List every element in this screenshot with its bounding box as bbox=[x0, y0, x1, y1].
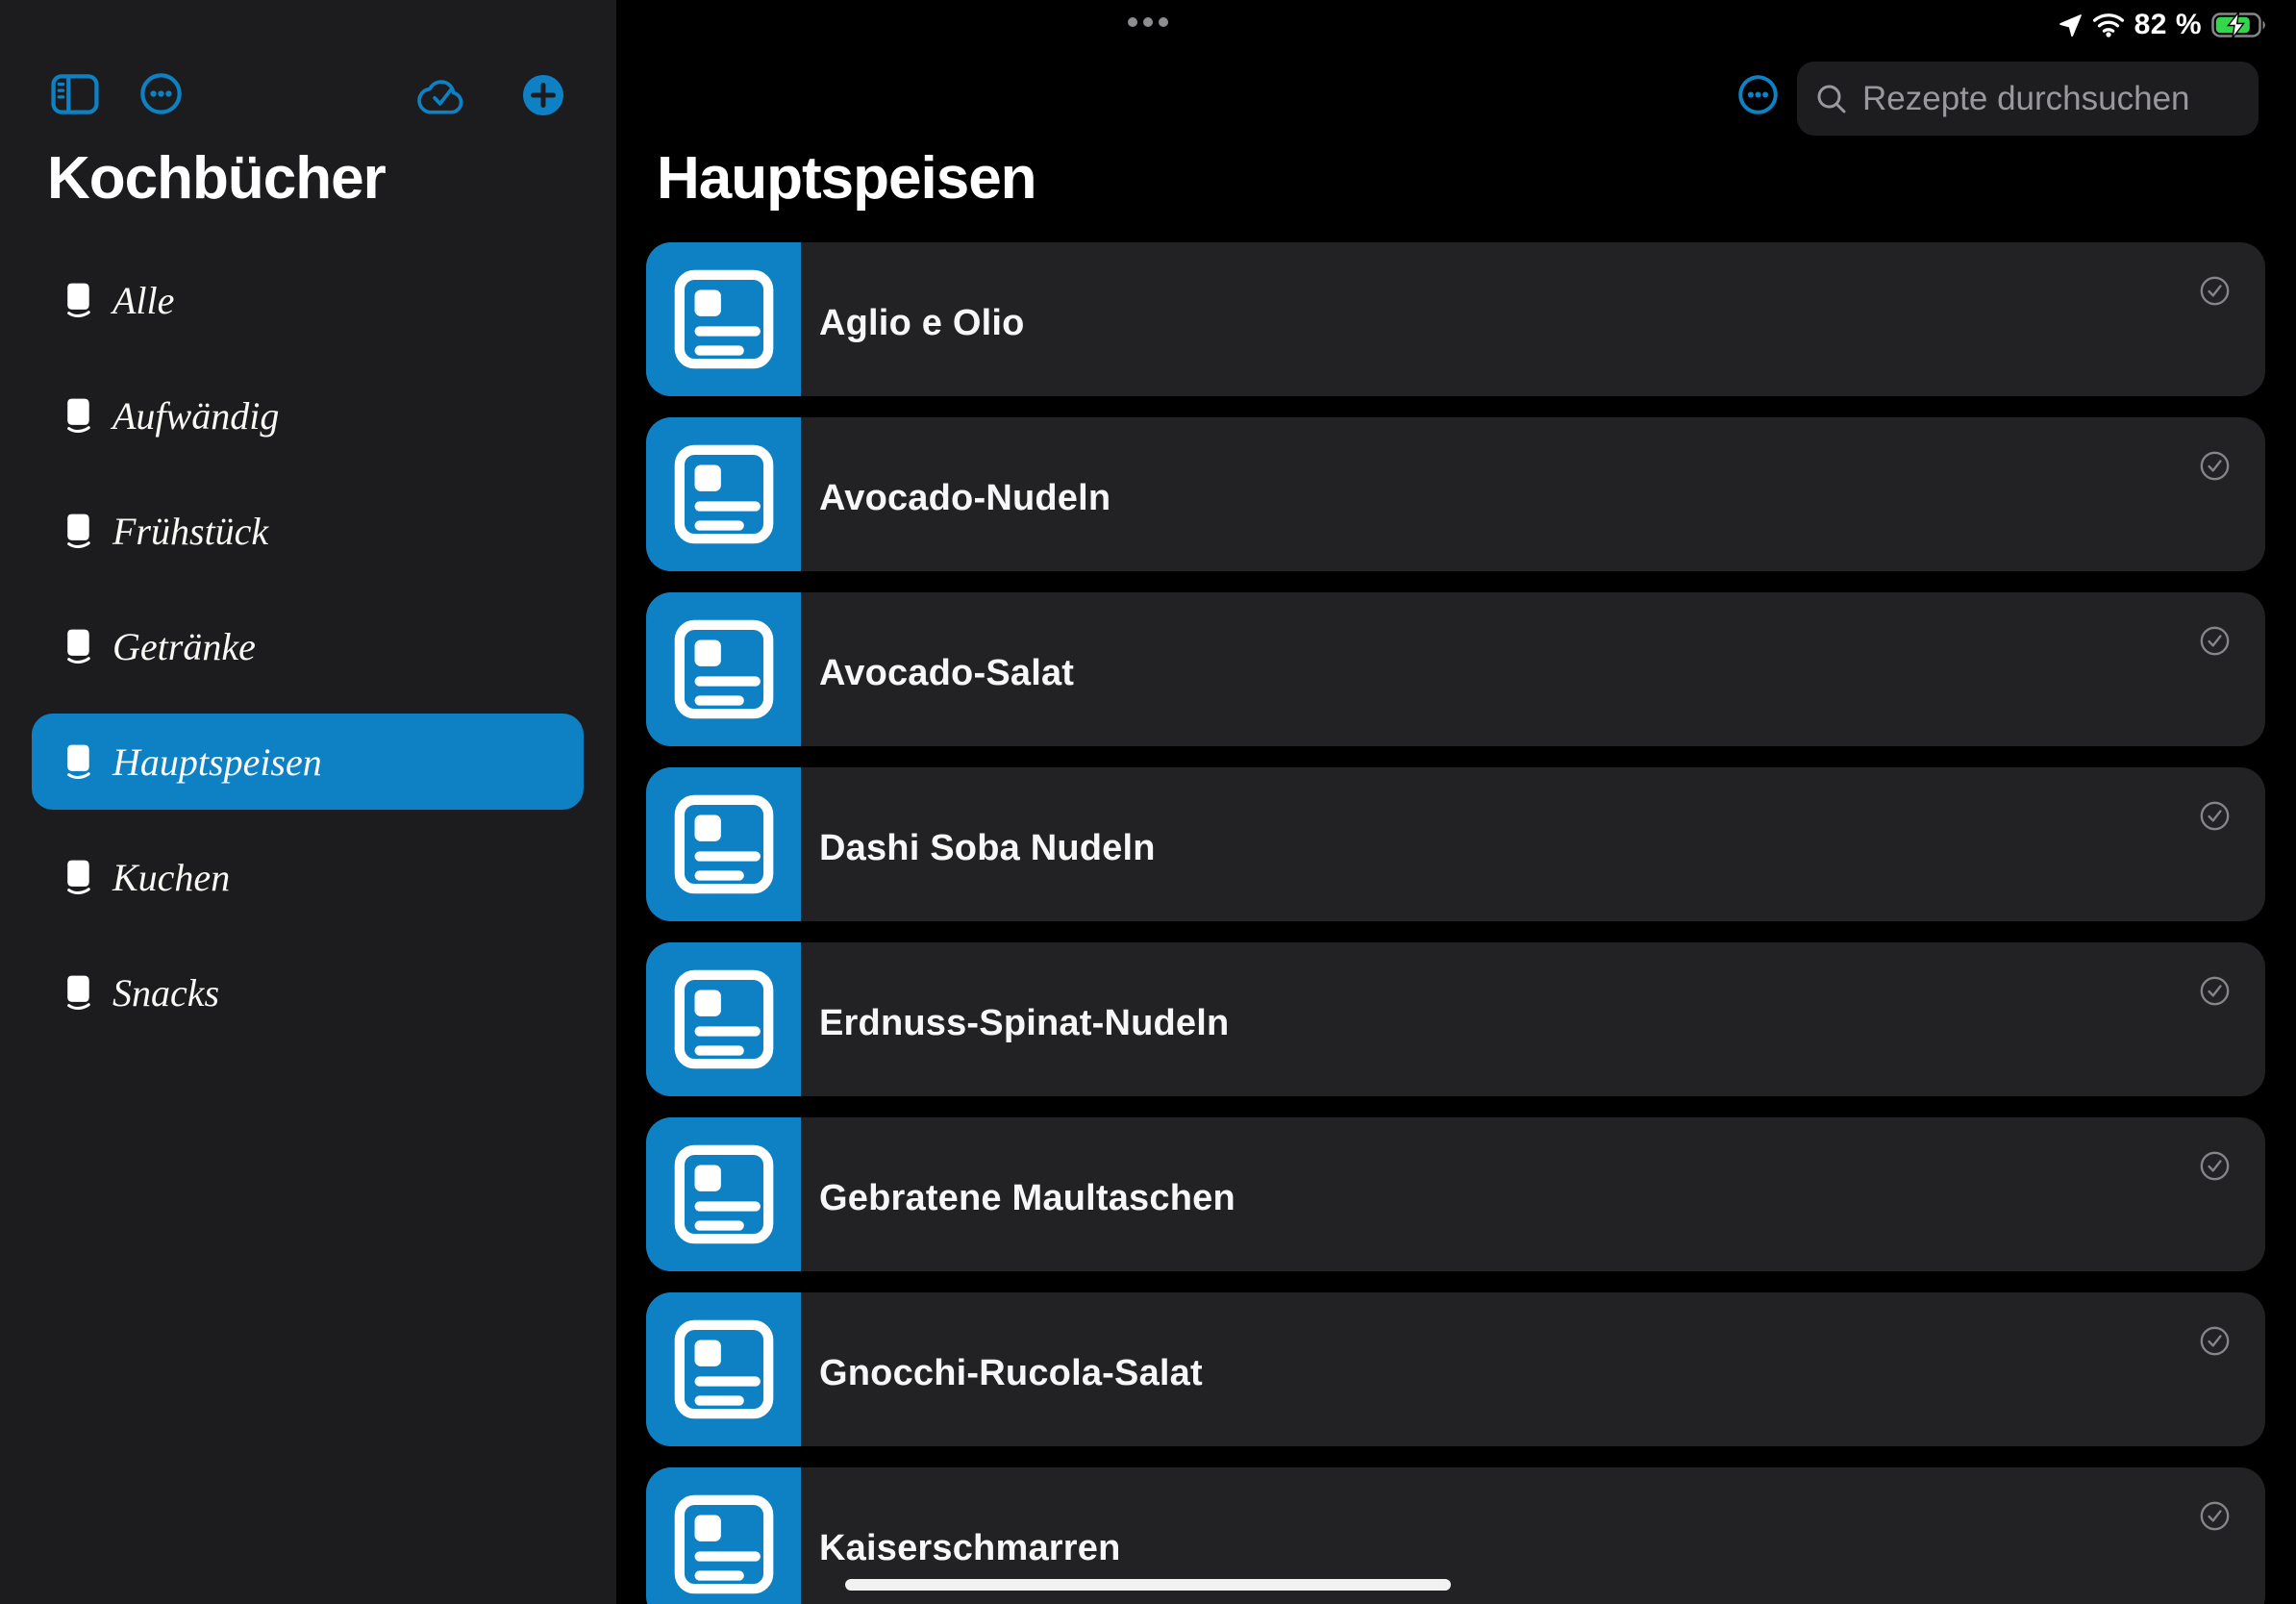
sidebar-item-label: Getränke bbox=[112, 624, 256, 669]
synced-check-icon bbox=[2200, 1501, 2230, 1531]
book-icon bbox=[63, 743, 92, 780]
add-cookbook-button[interactable] bbox=[522, 74, 564, 121]
book-icon bbox=[63, 859, 92, 895]
recipe-thumbnail-plate bbox=[646, 242, 801, 396]
recipe-title: Avocado-Nudeln bbox=[819, 417, 1111, 571]
recipe-thumbnail-plate bbox=[646, 417, 801, 571]
sidebar-item-label: Frühstück bbox=[112, 509, 268, 554]
book-icon bbox=[63, 397, 92, 434]
search-icon bbox=[1814, 82, 1849, 116]
sidebar-item-alle[interactable]: Alle bbox=[32, 252, 584, 348]
sidebar-item-snacks[interactable]: Snacks bbox=[32, 944, 584, 1040]
synced-check-icon bbox=[2200, 276, 2230, 306]
recipe-card-icon bbox=[669, 965, 779, 1074]
recipe-row[interactable]: Gnocchi-Rucola-Salat bbox=[646, 1292, 2265, 1446]
sidebar-item-fruehstueck[interactable]: Frühstück bbox=[32, 483, 584, 579]
sidebar-title: Kochbücher bbox=[47, 144, 386, 213]
recipe-thumbnail-plate bbox=[646, 942, 801, 1096]
recipe-thumbnail-plate bbox=[646, 1117, 801, 1271]
sidebar-item-label: Kuchen bbox=[112, 855, 230, 900]
status-bar: 82 % bbox=[2058, 8, 2269, 42]
recipe-title: Aglio e Olio bbox=[819, 242, 1025, 396]
battery-percent: 82 % bbox=[2134, 9, 2202, 41]
sidebar-more-button[interactable] bbox=[140, 73, 182, 119]
sidebar-item-label: Alle bbox=[112, 278, 174, 323]
toggle-sidebar-button[interactable] bbox=[51, 74, 99, 119]
synced-check-icon bbox=[2200, 451, 2230, 481]
book-icon bbox=[63, 282, 92, 318]
search-input[interactable] bbox=[1860, 79, 2296, 119]
recipe-card-icon bbox=[669, 1490, 779, 1599]
sidebar-item-getraenke[interactable]: Getränke bbox=[32, 598, 584, 694]
page-title: Hauptspeisen bbox=[657, 144, 1036, 213]
recipe-card-icon bbox=[669, 1140, 779, 1249]
synced-check-icon bbox=[2200, 1326, 2230, 1356]
sidebar-item-label: Aufwändig bbox=[112, 393, 279, 439]
recipe-thumbnail-plate bbox=[646, 592, 801, 746]
location-arrow-icon bbox=[2058, 13, 2083, 38]
wifi-icon bbox=[2092, 13, 2125, 38]
recipe-title: Gnocchi-Rucola-Salat bbox=[819, 1292, 1203, 1446]
book-icon bbox=[63, 628, 92, 664]
book-icon bbox=[63, 513, 92, 549]
multitasking-dots-icon[interactable] bbox=[1128, 17, 1168, 27]
home-indicator[interactable] bbox=[845, 1579, 1451, 1591]
recipe-card-icon bbox=[669, 264, 779, 374]
app-screen: 82 % bbox=[0, 0, 2296, 1604]
recipes-more-button[interactable] bbox=[1738, 75, 1778, 119]
sidebar: Kochbücher Alle Aufwändig Frühstück Getr… bbox=[0, 0, 616, 1604]
synced-check-icon bbox=[2200, 1151, 2230, 1181]
recipe-card-icon bbox=[669, 1315, 779, 1424]
recipe-card-icon bbox=[669, 439, 779, 549]
recipe-title: Avocado-Salat bbox=[819, 592, 1074, 746]
recipe-title: Gebratene Maultaschen bbox=[819, 1117, 1235, 1271]
battery-charging-icon bbox=[2211, 11, 2269, 39]
recipe-row[interactable]: Dashi Soba Nudeln bbox=[646, 767, 2265, 921]
recipe-row[interactable]: Avocado-Salat bbox=[646, 592, 2265, 746]
sidebar-item-label: Snacks bbox=[112, 970, 219, 1015]
recipe-title: Dashi Soba Nudeln bbox=[819, 767, 1156, 921]
recipe-card-icon bbox=[669, 614, 779, 724]
recipe-thumbnail-plate bbox=[646, 1467, 801, 1604]
recipe-row[interactable]: Aglio e Olio bbox=[646, 242, 2265, 396]
sidebar-item-kuchen[interactable]: Kuchen bbox=[32, 829, 584, 925]
recipe-row[interactable]: Gebratene Maultaschen bbox=[646, 1117, 2265, 1271]
cloud-sync-icon[interactable] bbox=[416, 77, 468, 119]
book-icon bbox=[63, 974, 92, 1011]
recipe-thumbnail-plate bbox=[646, 1292, 801, 1446]
synced-check-icon bbox=[2200, 976, 2230, 1006]
sidebar-item-aufwaendig[interactable]: Aufwändig bbox=[32, 367, 584, 464]
sidebar-item-hauptspeisen[interactable]: Hauptspeisen bbox=[32, 714, 584, 810]
recipe-row[interactable]: Erdnuss-Spinat-Nudeln bbox=[646, 942, 2265, 1096]
recipe-card-icon bbox=[669, 789, 779, 899]
sidebar-item-label: Hauptspeisen bbox=[112, 739, 322, 785]
recipe-thumbnail-plate bbox=[646, 767, 801, 921]
synced-check-icon bbox=[2200, 801, 2230, 831]
synced-check-icon bbox=[2200, 626, 2230, 656]
search-field[interactable] bbox=[1797, 62, 2259, 136]
recipe-title: Erdnuss-Spinat-Nudeln bbox=[819, 942, 1229, 1096]
recipe-row[interactable]: Avocado-Nudeln bbox=[646, 417, 2265, 571]
